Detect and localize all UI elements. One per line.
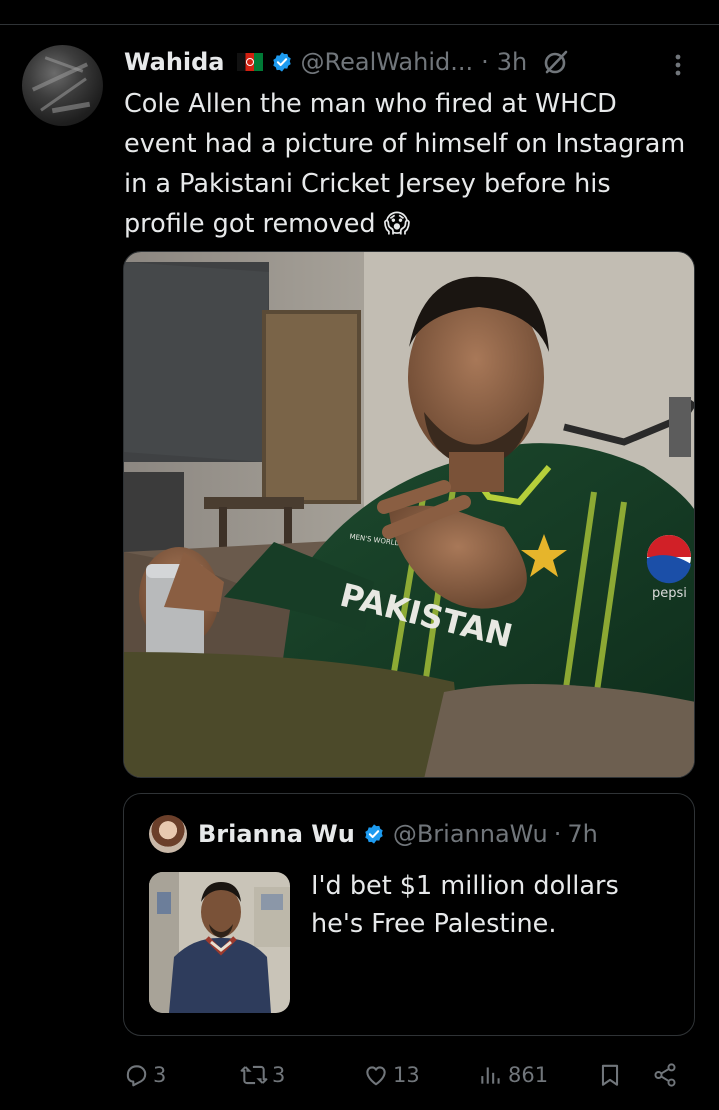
author-avatar[interactable] <box>22 45 103 126</box>
separator-dot: · <box>481 48 489 76</box>
like-button[interactable]: 13 <box>363 1055 420 1095</box>
view-count: 861 <box>508 1063 549 1087</box>
tweet-photo[interactable]: pepsi PAKISTAN MEN'S WORLD CUP INDIA 202… <box>123 251 695 778</box>
repost-button[interactable]: 3 <box>240 1055 285 1095</box>
repost-count: 3 <box>272 1063 286 1087</box>
like-count: 13 <box>393 1063 420 1087</box>
share-button[interactable] <box>652 1055 678 1095</box>
author-handle[interactable]: @RealWahid... <box>301 48 474 76</box>
repost-icon <box>240 1065 268 1085</box>
pepsi-label: pepsi <box>652 586 687 601</box>
top-divider <box>0 24 719 25</box>
views-button[interactable]: 861 <box>478 1055 548 1095</box>
verified-badge-icon <box>272 52 291 72</box>
reply-icon <box>126 1065 147 1087</box>
quote-author-name[interactable]: Brianna Wu <box>198 820 355 848</box>
tweet-header: Wahida @RealWahid... · 3h <box>124 44 569 80</box>
reply-button[interactable]: 3 <box>123 1055 166 1095</box>
share-icon <box>654 1063 676 1087</box>
separator-dot: · <box>553 820 562 848</box>
author-name[interactable]: Wahida <box>124 48 225 76</box>
heart-icon <box>366 1066 386 1086</box>
quoted-tweet[interactable]: Brianna Wu @BriannaWu · 7h I'd bet $1 mi… <box>123 793 695 1036</box>
quote-photo[interactable] <box>149 872 290 1013</box>
tweet-time[interactable]: 3h <box>497 48 527 76</box>
bookmark-button[interactable] <box>597 1055 623 1095</box>
quote-photo-scene <box>149 872 290 1013</box>
afghanistan-flag-icon <box>236 53 263 71</box>
quote-author-avatar[interactable] <box>149 815 187 853</box>
grok-icon[interactable] <box>543 49 569 75</box>
reply-count: 3 <box>153 1063 167 1087</box>
photo-scene: pepsi PAKISTAN MEN'S WORLD CUP INDIA 202… <box>124 252 694 777</box>
verified-badge-icon <box>365 824 383 844</box>
action-bar: 3 3 13 861 <box>0 1055 719 1095</box>
quote-header: Brianna Wu @BriannaWu · 7h <box>198 815 598 853</box>
more-icon[interactable] <box>668 52 688 78</box>
tweet-text: Cole Allen the man who fired at WHCD eve… <box>124 89 694 239</box>
quote-author-handle[interactable]: @BriannaWu <box>393 820 548 848</box>
quote-time[interactable]: 7h <box>567 820 597 848</box>
bookmark-icon <box>601 1064 619 1086</box>
quote-text: I'd bet $1 million dollars he's Free Pal… <box>311 871 627 939</box>
views-icon <box>481 1067 500 1084</box>
